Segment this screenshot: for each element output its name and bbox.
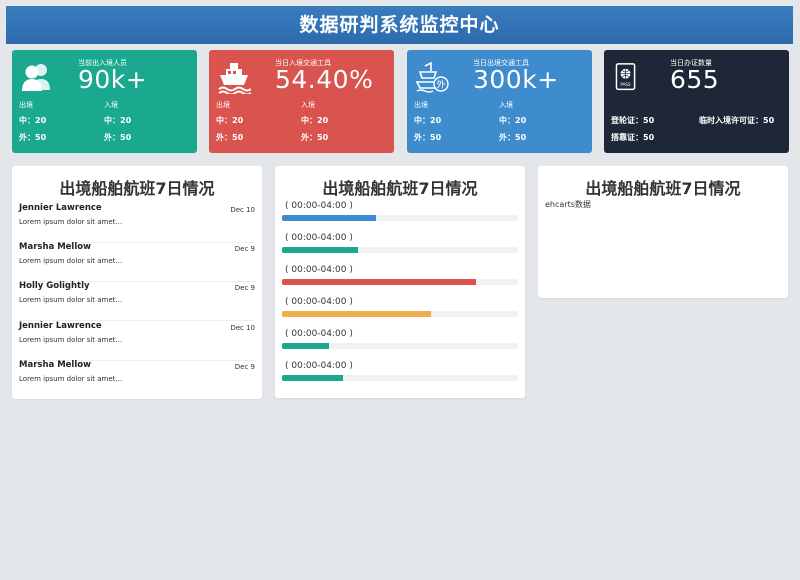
chart-placeholder: ehcarts数据 bbox=[545, 200, 591, 209]
card-right-row: 中：20 bbox=[104, 116, 132, 125]
list-item[interactable]: Jennier Lawrence Dec 10 Lorem ipsum dolo… bbox=[19, 203, 255, 243]
progress-track bbox=[282, 311, 518, 317]
progress-item: ( 00:00-04:00 ) bbox=[282, 233, 518, 255]
passport-icon: PASS bbox=[615, 63, 636, 91]
card-row: 搭靠证：50 bbox=[611, 133, 655, 142]
stat-card-inbound-vehicles: 当日入境交通工具 54.40% 出境 中：20 外：50 入境 中：20 外：5… bbox=[209, 50, 394, 153]
progress-item: ( 00:00-04:00 ) bbox=[282, 361, 518, 383]
message-date: Dec 10 bbox=[230, 206, 255, 214]
card-right-row: 外：50 bbox=[301, 133, 329, 142]
card-value: 54.40% bbox=[275, 65, 374, 94]
progress-item: ( 00:00-04:00 ) bbox=[282, 297, 518, 319]
card-left-label: 出境 bbox=[216, 101, 230, 109]
message-date: Dec 9 bbox=[234, 245, 255, 253]
list-item[interactable]: Jennier Lawrence Dec 10 Lorem ipsum dolo… bbox=[19, 321, 255, 361]
card-left-row: 外：50 bbox=[216, 133, 244, 142]
progress-track bbox=[282, 375, 518, 381]
progress-track bbox=[282, 343, 518, 349]
message-date: Dec 9 bbox=[234, 284, 255, 292]
card-left-row: 外：50 bbox=[19, 133, 47, 142]
message-name: Marsha Mellow bbox=[19, 242, 91, 252]
progress-label: ( 00:00-04:00 ) bbox=[285, 201, 353, 211]
card-left-row: 中：20 bbox=[414, 116, 442, 125]
progress-track bbox=[282, 279, 518, 285]
message-date: Dec 10 bbox=[230, 324, 255, 332]
message-name: Holly Golightly bbox=[19, 281, 90, 291]
message-text: Lorem ipsum dolor sit amet... bbox=[19, 336, 123, 344]
panel-title: 出境船舶航班7日情况 bbox=[585, 179, 741, 198]
card-row: 登轮证：50 bbox=[611, 116, 655, 125]
card-row: 临时入境许可证：50 bbox=[699, 116, 775, 125]
list-item[interactable]: Marsha Mellow Dec 9 Lorem ipsum dolor si… bbox=[19, 360, 255, 400]
panel-title: 出境船舶航班7日情况 bbox=[322, 179, 478, 198]
stat-card-persons: 当前出入境人员 90k+ 出境 中：20 外：50 入境 中：20 外：50 bbox=[12, 50, 197, 153]
card-left-row: 中：20 bbox=[216, 116, 244, 125]
people-icon bbox=[22, 64, 50, 91]
progress-item: ( 00:00-04:00 ) bbox=[282, 265, 518, 287]
card-left-row: 中：20 bbox=[19, 116, 47, 125]
card-right-row: 中：20 bbox=[301, 116, 329, 125]
message-name: Jennier Lawrence bbox=[19, 203, 102, 213]
list-item[interactable]: Marsha Mellow Dec 9 Lorem ipsum dolor si… bbox=[19, 242, 255, 282]
progress-fill bbox=[282, 247, 358, 253]
card-right-label: 入境 bbox=[104, 101, 118, 109]
progress-label: ( 00:00-04:00 ) bbox=[285, 329, 353, 339]
stat-card-outbound-vehicles: 外 当日出境交通工具 300k+ 出境 中：20 外：50 入境 中：20 外：… bbox=[407, 50, 592, 153]
message-date: Dec 9 bbox=[234, 363, 255, 371]
card-left-row: 外：50 bbox=[414, 133, 442, 142]
card-value: 655 bbox=[670, 65, 720, 94]
messages-panel: 出境船舶航班7日情况 Jennier Lawrence Dec 10 Lorem… bbox=[12, 166, 262, 399]
card-right-row: 中：20 bbox=[499, 116, 527, 125]
panel-title: 出境船舶航班7日情况 bbox=[59, 179, 215, 198]
progress-track bbox=[282, 247, 518, 253]
card-right-row: 外：50 bbox=[104, 133, 132, 142]
card-left-label: 出境 bbox=[19, 101, 33, 109]
card-right-label: 入境 bbox=[301, 101, 315, 109]
message-text: Lorem ipsum dolor sit amet... bbox=[19, 257, 123, 265]
card-left-label: 出境 bbox=[414, 101, 428, 109]
list-item[interactable]: Holly Golightly Dec 9 Lorem ipsum dolor … bbox=[19, 281, 255, 321]
message-text: Lorem ipsum dolor sit amet... bbox=[19, 296, 123, 304]
card-value: 90k+ bbox=[78, 65, 148, 94]
ship-icon bbox=[218, 63, 251, 94]
progress-track bbox=[282, 215, 518, 221]
svg-text:PASS: PASS bbox=[620, 82, 631, 87]
progress-fill bbox=[282, 279, 476, 285]
message-name: Marsha Mellow bbox=[19, 360, 91, 370]
foreign-ship-icon: 外 bbox=[415, 61, 449, 93]
progress-label: ( 00:00-04:00 ) bbox=[285, 233, 353, 243]
progress-item: ( 00:00-04:00 ) bbox=[282, 329, 518, 351]
progress-label: ( 00:00-04:00 ) bbox=[285, 361, 353, 371]
message-name: Jennier Lawrence bbox=[19, 321, 102, 331]
message-text: Lorem ipsum dolor sit amet... bbox=[19, 218, 123, 226]
progress-panel: 出境船舶航班7日情况 ( 00:00-04:00 ) ( 00:00-04:00 … bbox=[275, 166, 525, 398]
progress-fill bbox=[282, 311, 431, 317]
progress-label: ( 00:00-04:00 ) bbox=[285, 297, 353, 307]
progress-label: ( 00:00-04:00 ) bbox=[285, 265, 353, 275]
card-right-label: 入境 bbox=[499, 101, 513, 109]
card-right-row: 外：50 bbox=[499, 133, 527, 142]
progress-item: ( 00:00-04:00 ) bbox=[282, 201, 518, 223]
progress-fill bbox=[282, 375, 344, 381]
progress-fill bbox=[282, 215, 377, 221]
chart-panel: 出境船舶航班7日情况 ehcarts数据 bbox=[538, 166, 788, 298]
page-header: 数据研判系统监控中心 bbox=[6, 6, 793, 44]
page-title: 数据研判系统监控中心 bbox=[299, 14, 500, 36]
svg-text:外: 外 bbox=[436, 79, 445, 91]
card-value: 300k+ bbox=[473, 65, 559, 94]
stat-card-permits: PASS 当日办证数量 655 登轮证：50 临时入境许可证：50 搭靠证：50 bbox=[604, 50, 789, 153]
message-text: Lorem ipsum dolor sit amet... bbox=[19, 375, 123, 383]
progress-fill bbox=[282, 343, 330, 349]
